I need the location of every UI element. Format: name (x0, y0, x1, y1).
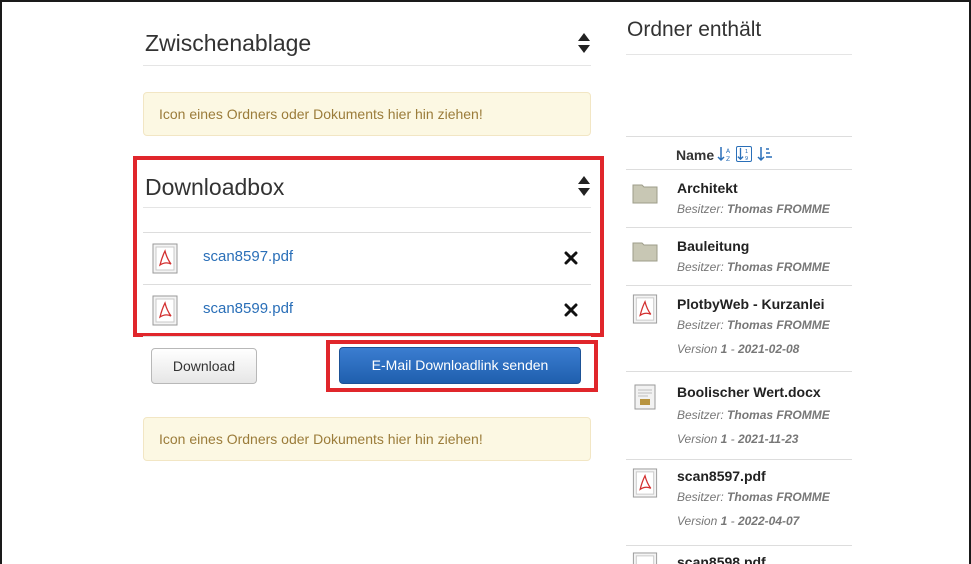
remove-icon[interactable] (564, 303, 578, 317)
downloadbox-header: Downloadbox (143, 160, 591, 208)
item-name[interactable]: scan8598.pdf (677, 554, 766, 564)
downloadbox-title: Downloadbox (145, 174, 285, 200)
item-name[interactable]: Bauleitung (677, 238, 749, 254)
svg-text:A: A (726, 148, 731, 155)
clipboard-header: Zwischenablage (143, 0, 591, 66)
folder-contents-panel: Ordner enthält Name A Z 1 9 Architekt Be… (626, 0, 852, 564)
folder-icon (632, 184, 658, 204)
list-item: scan8597.pdf (143, 232, 591, 284)
item-owner: Besitzer: Thomas FROMME (677, 490, 830, 504)
email-downloadlink-button[interactable]: E-Mail Downloadlink senden (339, 347, 581, 384)
remove-icon[interactable] (564, 251, 578, 265)
pdf-file-icon (152, 243, 178, 274)
folder-contents-title: Ordner enthält (627, 18, 762, 41)
sort-list-icon[interactable] (757, 146, 773, 162)
svg-text:1: 1 (745, 149, 748, 155)
pdf-file-icon (632, 552, 658, 564)
clipboard-title: Zwischenablage (145, 30, 312, 56)
sort-toggle-icon[interactable] (577, 175, 591, 197)
item-name[interactable]: PlotbyWeb - Kurzanlei (677, 296, 825, 312)
downloadbox-drop-zone[interactable]: Icon eines Ordners oder Dokuments hier h… (143, 417, 591, 461)
document-file-icon (634, 384, 656, 410)
sort-toggle-icon[interactable] (577, 32, 591, 54)
item-version: Version 1 - 2021-11-23 (677, 432, 799, 446)
pdf-file-icon (632, 294, 658, 324)
table-row[interactable]: Architekt Besitzer: Thomas FROMME (626, 170, 852, 228)
column-header-name: Name A Z 1 9 (626, 136, 852, 170)
item-name[interactable]: Architekt (677, 180, 738, 196)
item-version: Version 1 - 2021-02-08 (677, 342, 800, 356)
table-row[interactable]: Boolischer Wert.docx Besitzer: Thomas FR… (626, 372, 852, 460)
svg-text:9: 9 (745, 156, 748, 162)
table-row[interactable]: Bauleitung Besitzer: Thomas FROMME (626, 228, 852, 286)
clipboard-panel: Zwischenablage Icon eines Ordners oder D… (143, 0, 591, 461)
sort-alpha-icon[interactable]: A Z (717, 146, 733, 162)
download-button[interactable]: Download (151, 348, 257, 384)
table-row[interactable]: scan8597.pdf Besitzer: Thomas FROMME Ver… (626, 460, 852, 546)
table-row[interactable]: PlotbyWeb - Kurzanlei Besitzer: Thomas F… (626, 286, 852, 372)
column-name-label: Name (676, 147, 715, 163)
pdf-file-icon (152, 295, 178, 326)
item-owner: Besitzer: Thomas FROMME (677, 202, 830, 216)
list-item: scan8599.pdf (143, 284, 591, 337)
item-name[interactable]: scan8597.pdf (677, 468, 766, 484)
pdf-file-icon (632, 468, 658, 498)
file-link[interactable]: scan8599.pdf (203, 300, 293, 317)
item-name[interactable]: Boolischer Wert.docx (677, 384, 821, 400)
item-version: Version 1 - 2022-04-07 (677, 514, 800, 528)
svg-text:Z: Z (726, 156, 730, 162)
divider (626, 54, 852, 55)
downloadbox-file-list: scan8597.pdf scan8599.pdf (143, 232, 591, 337)
item-owner: Besitzer: Thomas FROMME (677, 260, 830, 274)
table-row[interactable]: scan8598.pdf (626, 546, 852, 564)
folder-icon (632, 242, 658, 262)
item-owner: Besitzer: Thomas FROMME (677, 408, 830, 422)
file-link[interactable]: scan8597.pdf (203, 248, 293, 265)
sort-numeric-icon[interactable]: 1 9 (736, 146, 752, 162)
clipboard-drop-zone[interactable]: Icon eines Ordners oder Dokuments hier h… (143, 92, 591, 136)
item-owner: Besitzer: Thomas FROMME (677, 318, 830, 332)
